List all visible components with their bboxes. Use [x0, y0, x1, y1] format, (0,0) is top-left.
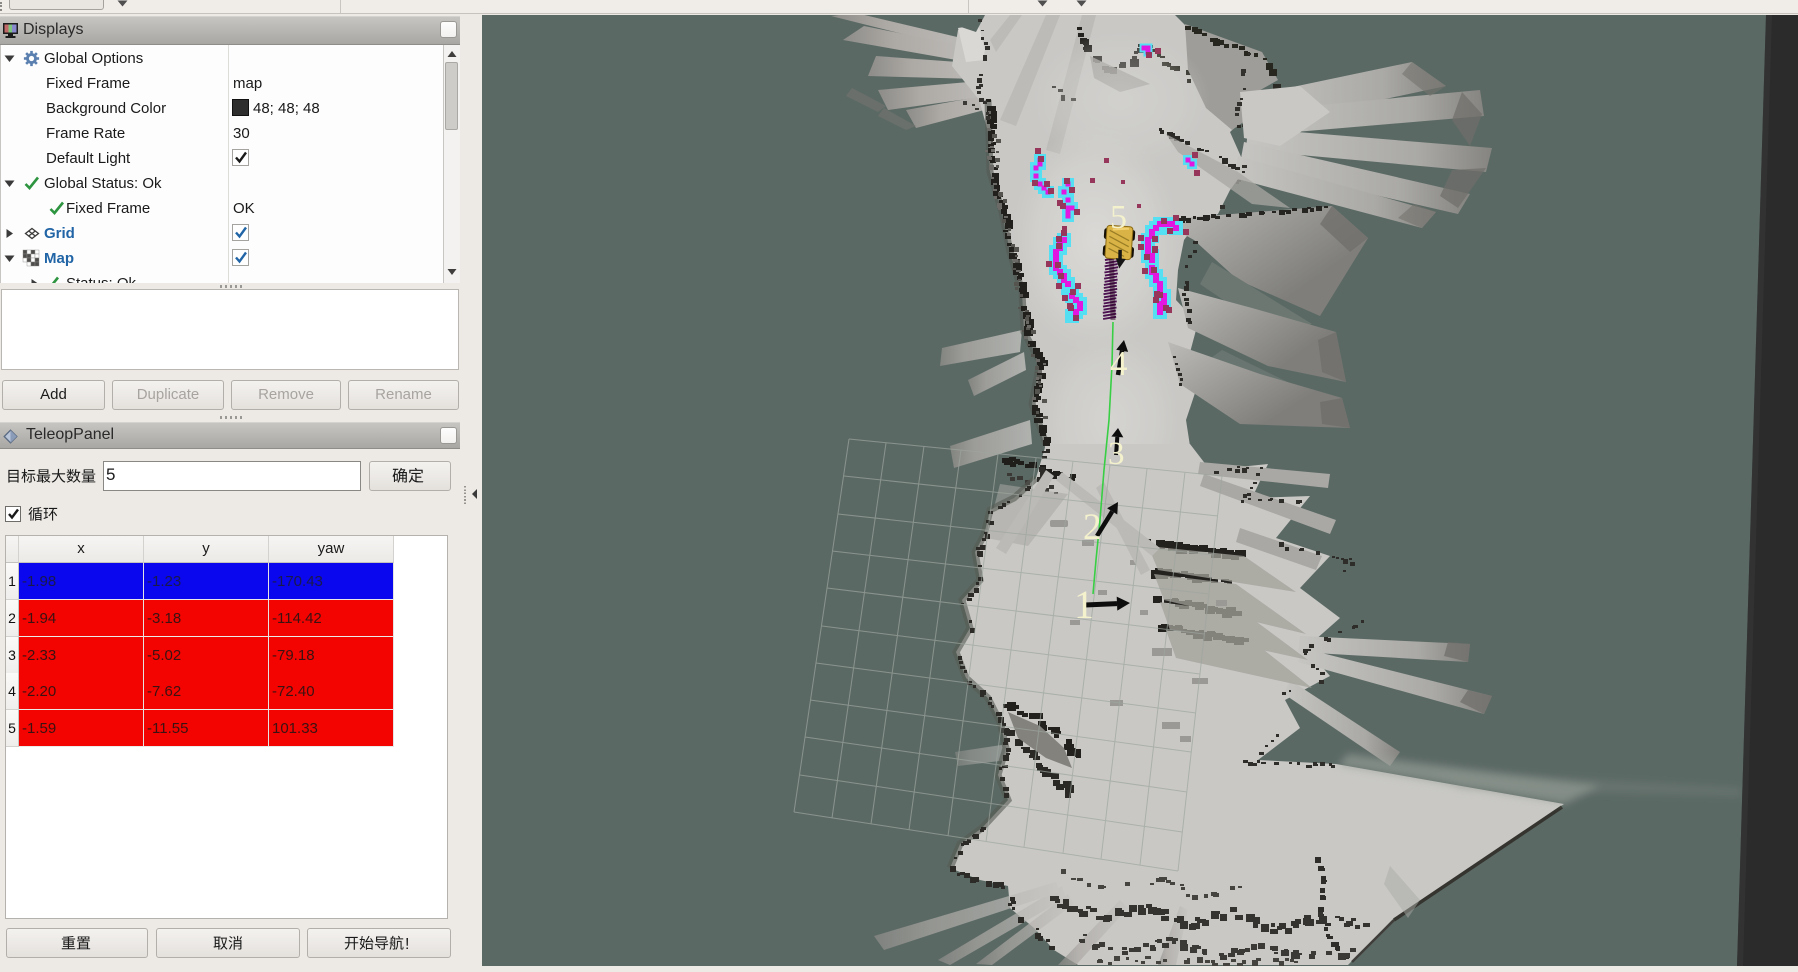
svg-text:5: 5	[1110, 199, 1127, 236]
svg-text:4: 4	[1110, 344, 1128, 383]
svg-text:3: 3	[1108, 436, 1125, 472]
svg-text:2: 2	[1083, 507, 1102, 548]
svg-text:!: !	[405, 936, 409, 953]
svg-text:1: 1	[1074, 582, 1094, 627]
